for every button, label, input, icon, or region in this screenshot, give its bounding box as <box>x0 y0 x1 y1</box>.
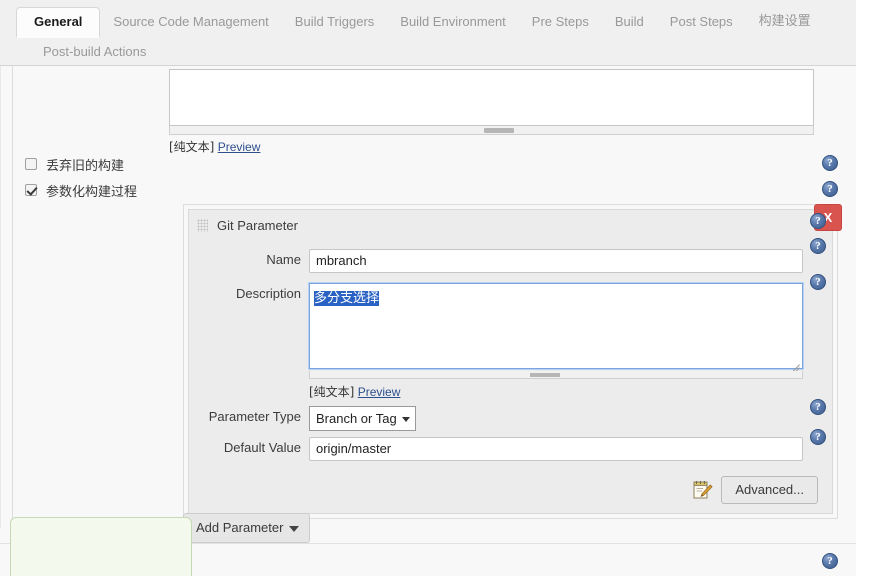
help-icon-default-value[interactable]: ? <box>810 429 826 445</box>
checkbox-parameterized-build[interactable] <box>25 184 37 196</box>
add-parameter-button[interactable]: Add Parameter <box>183 513 311 543</box>
content-column: General Source Code Management Build Tri… <box>0 0 856 576</box>
advanced-button[interactable]: Advanced... <box>721 476 818 504</box>
help-icon-footer[interactable]: ? <box>822 553 838 569</box>
form-outer-rule <box>0 66 1 528</box>
input-parameter-description[interactable]: 多分支选择 <box>308 282 804 372</box>
tab-build-environment[interactable]: Build Environment <box>387 7 519 37</box>
description-selected-text: 多分支选择 <box>314 291 380 306</box>
tab-build-triggers[interactable]: Build Triggers <box>282 7 387 37</box>
chevron-down-icon <box>289 526 300 532</box>
label-parameterized-build[interactable]: 参数化构建过程 <box>46 181 137 200</box>
tab-post-steps[interactable]: Post Steps <box>657 7 746 37</box>
job-description-group: [纯文本] Preview <box>169 69 814 155</box>
tab-pre-steps[interactable]: Pre Steps <box>519 7 602 37</box>
help-icon-git-parameter[interactable]: ? <box>810 213 826 229</box>
help-icon-parameterized-build[interactable]: ? <box>822 181 838 197</box>
preview-link[interactable]: Preview <box>358 385 401 399</box>
label-name: Name <box>266 252 301 267</box>
help-icon-discard-old-builds[interactable]: ? <box>822 155 838 171</box>
input-default-value[interactable]: origin/master <box>309 437 803 461</box>
git-parameter-container: Git Parameter X Name mbranch Description… <box>183 204 842 519</box>
drag-handle-icon[interactable] <box>197 218 208 232</box>
hscrollbar-thumb[interactable] <box>484 128 514 133</box>
option-row-parameterized-build: 参数化构建过程 <box>25 177 825 203</box>
git-parameter-title: Git Parameter <box>217 217 298 233</box>
git-parameter-panel: Git Parameter X Name mbranch Description… <box>188 204 842 514</box>
help-icon-name[interactable]: ? <box>810 238 826 254</box>
form-left-rule <box>12 66 13 528</box>
select-parameter-type[interactable]: Branch or Tag <box>309 406 416 431</box>
floating-action-bar: Save Apply <box>10 517 192 576</box>
hscrollbar-thumb[interactable] <box>530 373 560 377</box>
label-default-value: Default Value <box>223 440 301 455</box>
config-tab-bar: General Source Code Management Build Tri… <box>0 0 856 66</box>
config-form-body: [纯文本] Preview 丢弃旧的构建 ? 参数化构建过程 ? Git Par… <box>0 66 856 576</box>
description-markup-row: [纯文本] Preview <box>309 383 400 400</box>
jenkins-job-config-page: General Source Code Management Build Tri… <box>0 0 876 576</box>
checkbox-discard-old-builds[interactable] <box>25 158 37 170</box>
advanced-row: Advanced... <box>691 476 818 504</box>
label-discard-old-builds[interactable]: 丢弃旧的构建 <box>46 155 124 174</box>
input-parameter-name[interactable]: mbranch <box>309 249 803 273</box>
option-row-discard-old-builds: 丢弃旧的构建 <box>25 151 825 177</box>
tab-general[interactable]: General <box>16 7 101 38</box>
help-icon-parameter-type[interactable]: ? <box>810 399 826 415</box>
select-parameter-type-value: Branch or Tag <box>316 411 397 426</box>
tab-source-code-management[interactable]: Source Code Management <box>100 7 281 37</box>
tab-build[interactable]: Build <box>602 7 657 37</box>
tab-build-settings[interactable]: 构建设置 <box>746 7 824 37</box>
job-description-textarea[interactable] <box>169 69 814 126</box>
notepad-pencil-icon <box>691 479 713 501</box>
description-hscrollbar[interactable] <box>309 371 803 379</box>
label-description: Description <box>235 286 301 301</box>
add-parameter-label: Add Parameter <box>196 520 284 535</box>
tab-post-build-actions[interactable]: Post-build Actions <box>30 37 159 67</box>
markup-type-label: [纯文本] <box>309 385 355 399</box>
tab-row-secondary: Post-build Actions <box>16 37 856 67</box>
git-parameter-header: Git Parameter <box>189 210 298 240</box>
job-description-hscrollbar[interactable] <box>169 126 814 135</box>
resize-grip-icon <box>789 355 801 372</box>
label-parameter-type: Parameter Type <box>208 409 301 424</box>
help-icon-description[interactable]: ? <box>810 274 826 290</box>
tab-row-primary: General Source Code Management Build Tri… <box>16 4 856 38</box>
chevron-down-icon <box>401 417 410 422</box>
